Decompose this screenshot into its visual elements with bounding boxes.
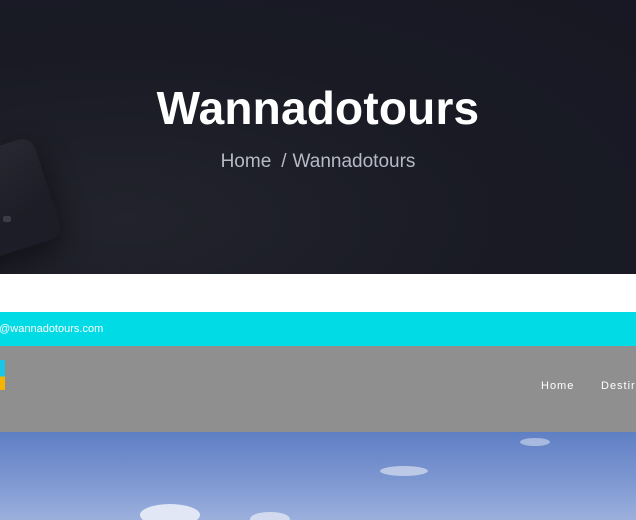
preview-nav-destinations: Destir <box>601 380 636 392</box>
preview-topbar-email: o@wannadotours.com <box>0 323 104 335</box>
cloud-shape <box>520 438 550 446</box>
breadcrumb-current: Wannadotours <box>292 151 416 172</box>
page-hero: Wannadotours Home / Wannadotours <box>0 0 636 274</box>
breadcrumb-home-link[interactable]: Home <box>221 151 272 172</box>
preview-topbar: o@wannadotours.com <box>0 312 636 346</box>
breadcrumb-separator: / <box>281 151 287 172</box>
site-preview-image: o@wannadotours.com Home Destir <box>0 312 636 520</box>
cloud-shape <box>380 466 428 476</box>
cloud-shape <box>140 504 200 520</box>
page-title: Wannadotours <box>156 82 480 134</box>
preview-navbar: Home Destir <box>0 346 636 432</box>
cloud-shape <box>250 512 290 520</box>
preview-logo-icon <box>0 360 5 390</box>
hero-background-device-detail <box>3 216 11 222</box>
preview-sky-image <box>0 432 636 520</box>
breadcrumb: Home / Wannadotours <box>0 150 636 174</box>
preview-nav-home: Home <box>541 380 575 392</box>
